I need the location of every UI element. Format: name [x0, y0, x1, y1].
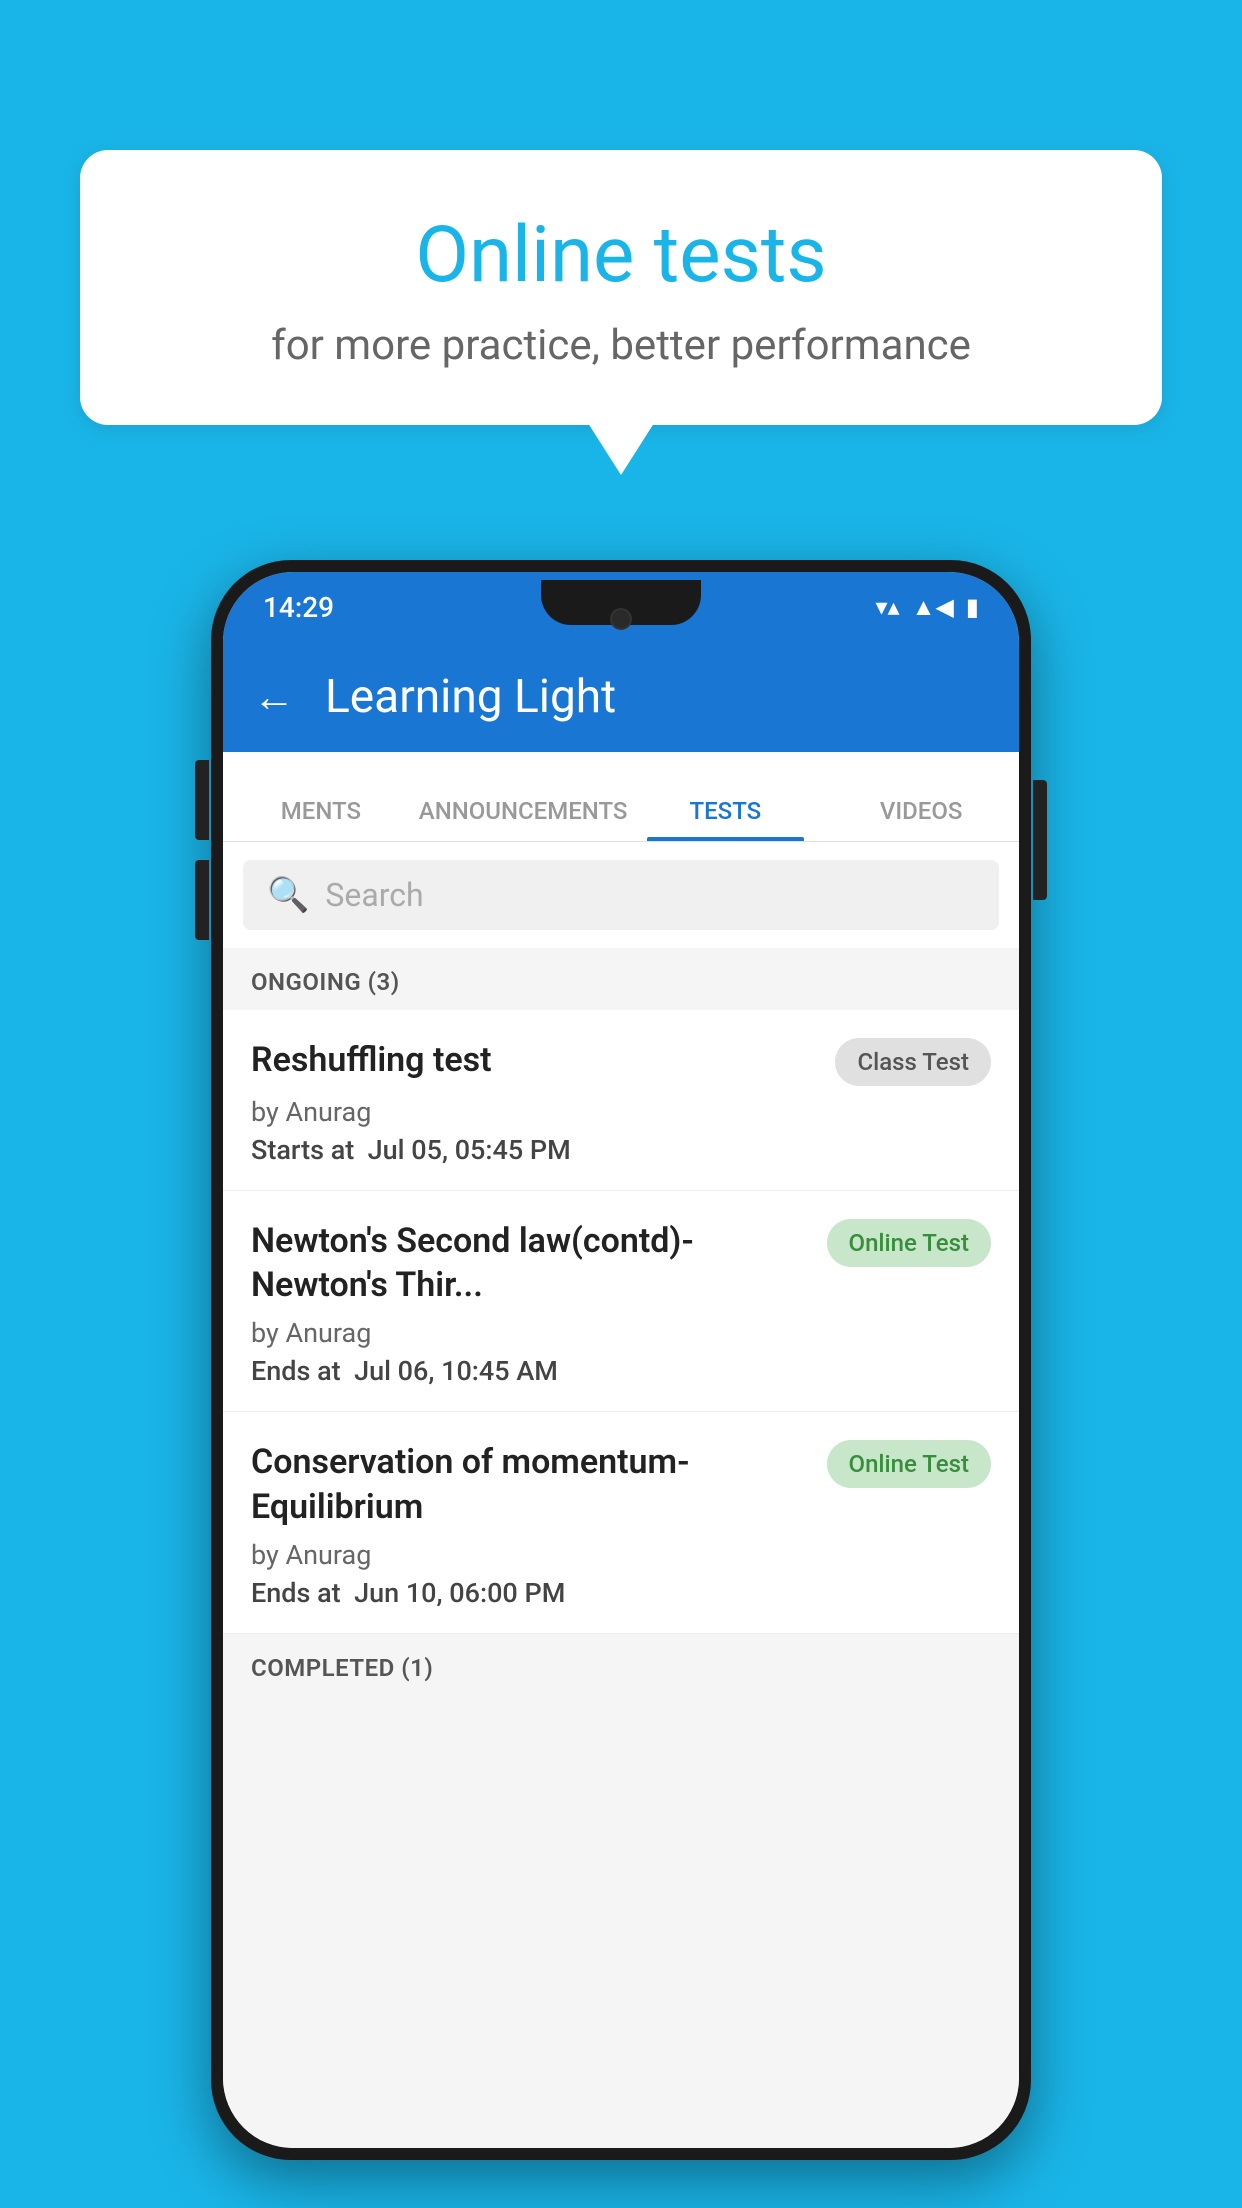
test-card-reshuffling[interactable]: Reshuffling test Class Test by Anurag St…: [223, 1010, 1019, 1191]
test-date-reshuffling: Starts at Jul 05, 05:45 PM: [251, 1134, 991, 1166]
bubble-title: Online tests: [150, 210, 1092, 301]
search-container: 🔍 Search: [223, 842, 1019, 948]
status-time: 14:29: [263, 591, 334, 624]
phone-frame: 14:29 ▾▴ ▲◀ ▮ ← Learning Light MENTS ANN…: [211, 560, 1031, 2160]
content-area: ONGOING (3) Reshuffling test Class Test …: [223, 948, 1019, 2148]
tab-videos[interactable]: VIDEOS: [823, 797, 1019, 841]
tab-bar: MENTS ANNOUNCEMENTS TESTS VIDEOS: [223, 752, 1019, 842]
test-card-newton[interactable]: Newton's Second law(contd)-Newton's Thir…: [223, 1191, 1019, 1412]
search-bar[interactable]: 🔍 Search: [243, 860, 999, 930]
search-input[interactable]: Search: [325, 876, 423, 914]
test-author-newton: by Anurag: [251, 1317, 991, 1349]
volume-up-button: [195, 760, 209, 840]
phone-screen: 14:29 ▾▴ ▲◀ ▮ ← Learning Light MENTS ANN…: [223, 572, 1019, 2148]
signal-icon: ▲◀: [912, 593, 954, 622]
test-title-conservation: Conservation of momentum-Equilibrium: [251, 1440, 811, 1528]
tab-tests[interactable]: TESTS: [627, 797, 823, 841]
badge-conservation: Online Test: [827, 1440, 991, 1488]
tab-ments[interactable]: MENTS: [223, 797, 419, 841]
wifi-icon: ▾▴: [875, 593, 899, 621]
test-date-conservation: Ends at Jun 10, 06:00 PM: [251, 1577, 991, 1609]
ongoing-section-header: ONGOING (3): [223, 948, 1019, 1010]
test-date-newton: Ends at Jul 06, 10:45 AM: [251, 1355, 991, 1387]
test-title-newton: Newton's Second law(contd)-Newton's Thir…: [251, 1219, 811, 1307]
card-top-reshuffling: Reshuffling test Class Test: [251, 1038, 991, 1086]
card-top-newton: Newton's Second law(contd)-Newton's Thir…: [251, 1219, 991, 1307]
card-top-conservation: Conservation of momentum-Equilibrium Onl…: [251, 1440, 991, 1528]
battery-icon: ▮: [966, 593, 979, 621]
phone-notch: [541, 580, 701, 625]
app-title: Learning Light: [325, 670, 616, 724]
front-camera: [610, 608, 632, 630]
bubble-subtitle: for more practice, better performance: [150, 321, 1092, 370]
phone-mockup: 14:29 ▾▴ ▲◀ ▮ ← Learning Light MENTS ANN…: [211, 560, 1031, 2160]
badge-reshuffling: Class Test: [835, 1038, 991, 1086]
volume-down-button: [195, 860, 209, 940]
status-icons: ▾▴ ▲◀ ▮: [875, 593, 979, 622]
test-card-conservation[interactable]: Conservation of momentum-Equilibrium Onl…: [223, 1412, 1019, 1633]
completed-section-header: COMPLETED (1): [223, 1634, 1019, 1696]
promo-bubble: Online tests for more practice, better p…: [80, 150, 1162, 425]
back-button[interactable]: ←: [253, 673, 295, 722]
badge-newton: Online Test: [827, 1219, 991, 1267]
power-button: [1033, 780, 1047, 900]
app-bar: ← Learning Light: [223, 642, 1019, 752]
tab-announcements[interactable]: ANNOUNCEMENTS: [419, 797, 628, 841]
test-author-conservation: by Anurag: [251, 1539, 991, 1571]
search-icon: 🔍: [267, 875, 309, 915]
test-author-reshuffling: by Anurag: [251, 1096, 991, 1128]
test-title-reshuffling: Reshuffling test: [251, 1038, 819, 1082]
